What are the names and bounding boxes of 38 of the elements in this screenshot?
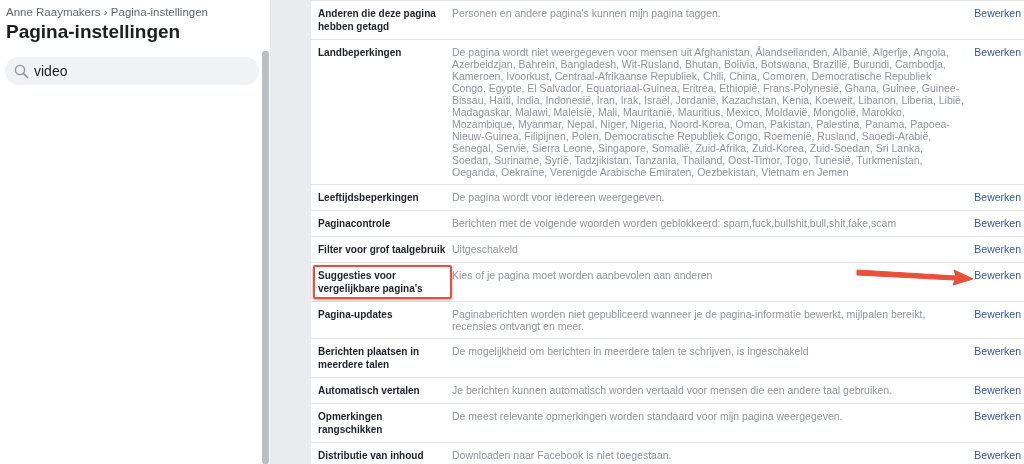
setting-description: Kies of je pagina moet worden aanbevolen aan anderen [452,269,713,281]
setting-description: De pagina wordt niet weergegeven voor mensen uit Afghanistan, Ålandseilanden, Albanië, Algerije, Angola, Azerbeidzjan, Bahrein, Bangladesh, Wit-Rusland, Bhutan, Bolivia, Botswana, Brazilië, Burundi, Cambodja, Kameroen, Ivoorkust, Centraal-Afrikaanse Republiek, Chili, China, Comoren, Democratische Republiek Congo, Egypte, El Salvador, Equatoriaal-Guinea, Eritrea, Ethiopië, Frans-Polynesië, Ghana, Guinee, Guinee-Bissau, Haïti, India, Indonesië, Iran, Irak, Israël, Jordanië, Kazachstan, Kenia, Koeweit, Libanon, Liberia, Libië, Madagaskar, Malawi, Maleisië, Mali, Mauritanië, Mauritius, Mexico, Moldavië, Mongolië, Marokko, Mozambique, Myanmar, Nepal, Niger, Nigeria, Noord-Korea, Oman, Pakistan, Palestina, Panama, Papoea-Nieuw-Guinea, Filipijnen, Polen, Democratische Republiek Congo, Roemenië, Rusland, Saoedi-Arabië, Senegal, Servië, Sierra Leone, Singapore, Somalië, Zuid-Afrika, Zuid-Korea, Zuid-Soedan, Sri Lanka, Soedan, Suriname, Syrië, Tadzjikistan, Tanzania, Thailand, Oost-Timor, Togo, Tunesië, Turkmenistan, Oeganda, Oekraïne, Verenigde Arabische Emiraten, Oezbekistan, Vietnam en Jemen [452,46,964,178]
setting-description: De mogelijkheid om berichten in meerdere talen te schrijven, is ingeschakeld [452,345,809,357]
setting-description: Je berichten kunnen automatisch worden vertaald voor mensen die een andere taal gebruiken. [452,384,893,396]
edit-link[interactable]: Bewerken [974,46,1021,58]
setting-label: Pagina-updates [318,309,393,320]
setting-label: Landbeperkingen [318,47,402,58]
breadcrumb: Anne Raaymakers › Pagina-instellingen [6,6,209,18]
search-icon [14,64,29,79]
edit-link[interactable]: Bewerken [974,7,1021,19]
edit-link[interactable]: Bewerken [974,269,1021,281]
setting-description: Paginaberichten worden niet gepubliceerd wanneer je de pagina-informatie bewerkt, mijlpalen bereikt, recensies ontvangt en meer. [452,308,926,332]
setting-label: Leeftijdsbeperkingen [318,192,419,203]
setting-description: Berichten met de volgende woorden worden geblokkeerd: spam,fuck,bullshit,bull,shit,fake,scam [452,217,897,229]
edit-link[interactable]: Bewerken [974,410,1021,422]
setting-label: Automatisch vertalen [318,385,420,396]
page-title: Pagina-instellingen [6,21,182,43]
setting-description: De meest relevante opmerkingen worden standaard voor mijn pagina weergegeven. [452,410,843,422]
setting-description: Personen en andere pagina's kunnen mijn pagina taggen. [452,7,721,19]
setting-label: Opmerkingen rangschikken [318,411,383,435]
scrollbar[interactable] [262,51,269,464]
setting-label: Paginacontrole [318,218,391,229]
edit-link[interactable]: Bewerken [974,308,1021,320]
setting-description: Downloaden naar Facebook is niet toegestaan. [452,449,672,461]
setting-label: Distributie van inhoud [318,450,424,461]
edit-link[interactable]: Bewerken [974,384,1021,396]
edit-link[interactable]: Bewerken [974,243,1021,255]
setting-label: Suggesties voor vergelijkbare pagina's [318,270,423,294]
setting-label: Anderen die deze pagina hebben getagd [318,8,436,32]
setting-label: Filter voor grof taalgebruik [318,244,446,255]
edit-link[interactable]: Bewerken [974,191,1021,203]
setting-description: Uitgeschakeld [452,243,518,255]
edit-link[interactable]: Bewerken [974,449,1021,461]
setting-description: De pagina wordt voor iedereen weergegeven. [452,191,665,203]
setting-label: Berichten plaatsen in meerdere talen [318,346,420,370]
edit-link[interactable]: Bewerken [974,217,1021,229]
edit-link[interactable]: Bewerken [974,345,1021,357]
search-field[interactable]: video [5,57,259,85]
